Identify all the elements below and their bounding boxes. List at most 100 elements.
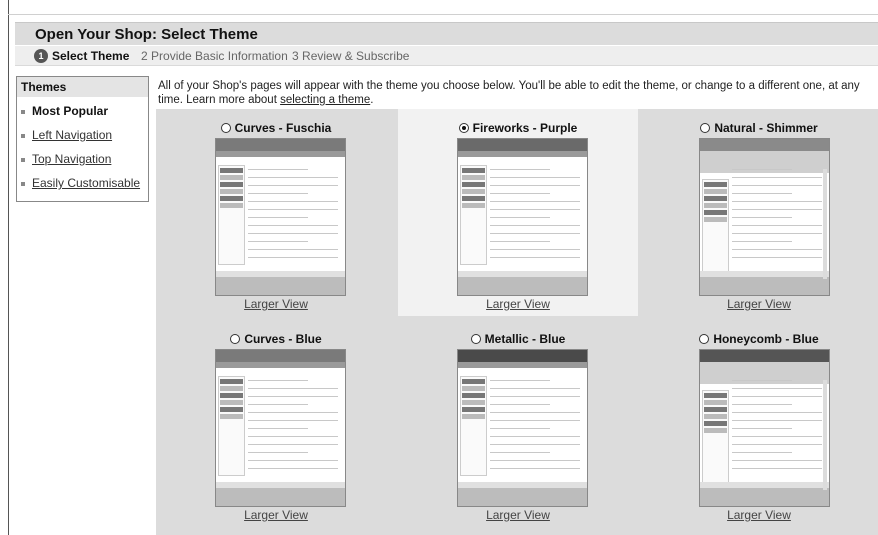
theme-preview-thumbnail[interactable] [699,349,830,507]
theme-option-metallic-blue[interactable]: Metallic - Blue Larger View [398,320,638,527]
thumb-footer [458,277,587,295]
title-bar: Open Your Shop: Select Theme [15,22,878,45]
themes-sidebar: Themes Most Popular Left Navigation Top … [16,76,149,202]
thumb-side-bar [220,379,243,384]
thumb-text-line [248,412,338,413]
thumb-sidebar [460,165,487,265]
thumb-text-line [732,201,822,202]
thumb-text-line [248,468,338,469]
thumb-side-bar [704,217,727,222]
larger-view-link[interactable]: Larger View [156,297,396,311]
thumb-nav [458,151,587,157]
thumb-side-bar [704,203,727,208]
thumb-header [216,139,345,151]
theme-option-curves-blue[interactable]: Curves - Blue Larger View [156,320,396,527]
thumb-footer [700,277,829,295]
theme-radio-button[interactable] [458,123,469,133]
theme-option-honeycomb-blue[interactable]: Honeycomb - Blue Larger View [640,320,878,527]
theme-preview-thumbnail[interactable] [699,138,830,296]
thumb-text-line [732,412,822,413]
sidebar-link-top-navigation[interactable]: Top Navigation [32,152,111,166]
thumb-text-line [732,420,822,421]
thumb-side-bar [704,393,727,398]
theme-title[interactable]: Natural - Shimmer [640,121,878,135]
theme-radio-button[interactable] [700,123,711,133]
step-3-label: 3 Review & Subscribe [292,49,410,63]
thumb-text-line [490,209,580,210]
thumb-text-line [732,428,792,429]
thumb-header [458,139,587,151]
thumb-text-line [490,420,580,421]
thumb-nav [216,362,345,368]
larger-view-link[interactable]: Larger View [640,508,878,522]
thumb-text-line [248,177,338,178]
thumb-text-line [732,404,792,405]
page-title: Open Your Shop: Select Theme [35,26,258,43]
thumb-side-bar [462,189,485,194]
thumb-text-line [732,460,822,461]
theme-name: Curves - Fuschia [234,121,332,135]
thumb-nav [458,362,587,368]
theme-preview-thumbnail[interactable] [215,138,346,296]
larger-view-link[interactable]: Larger View [156,508,396,522]
thumb-sidebar [702,390,729,490]
thumb-side-bar [704,400,727,405]
theme-title[interactable]: Honeycomb - Blue [640,332,878,346]
thumb-text-line [248,460,338,461]
thumb-text-line [490,396,580,397]
sidebar-link-easily-customisable[interactable]: Easily Customisable [32,176,140,190]
theme-title[interactable]: Curves - Blue [156,332,396,346]
larger-view-link[interactable]: Larger View [398,297,638,311]
theme-name: Honeycomb - Blue [713,332,819,346]
theme-preview-thumbnail[interactable] [457,349,588,507]
sidebar-heading: Themes [17,77,148,97]
thumb-text-line [732,225,822,226]
thumb-side-bar [220,400,243,405]
larger-view-link[interactable]: Larger View [398,508,638,522]
sidebar-item-most-popular[interactable]: Most Popular [21,104,108,118]
theme-option-fireworks-purple[interactable]: Fireworks - Purple Larger View [398,109,638,316]
thumb-text-line [490,460,580,461]
theme-title[interactable]: Metallic - Blue [398,332,638,346]
thumb-text-line [248,249,338,250]
theme-preview-thumbnail[interactable] [215,349,346,507]
thumb-text-line [490,249,580,250]
thumb-scroll-strip [823,169,827,279]
thumb-side-bar [220,393,243,398]
thumb-text-line [248,428,308,429]
theme-radio-button[interactable] [699,334,710,344]
theme-preview-thumbnail[interactable] [457,138,588,296]
thumb-side-bar [704,421,727,426]
thumb-text-line [248,404,308,405]
sidebar-item-top-navigation[interactable]: Top Navigation [21,152,111,166]
thumb-header [700,350,829,362]
theme-radio-button[interactable] [470,334,481,344]
thumb-side-bar [462,393,485,398]
theme-radio-button[interactable] [220,123,231,133]
page-top-rule [8,14,878,15]
thumb-side-bar [704,196,727,201]
thumb-side-bar [462,175,485,180]
step-2-label: 2 Provide Basic Information [141,49,288,63]
larger-view-link[interactable]: Larger View [640,297,878,311]
thumb-text-line [732,468,822,469]
thumb-side-bar [704,189,727,194]
theme-radio-button[interactable] [230,334,241,344]
thumb-text-line [490,257,580,258]
thumb-text-line [490,436,580,437]
wizard-steps: 1 Select Theme 2 Provide Basic Informati… [15,46,878,66]
bullet-icon [21,133,25,138]
theme-title[interactable]: Fireworks - Purple [398,121,638,135]
thumb-text-line [732,241,792,242]
theme-title[interactable]: Curves - Fuschia [156,121,396,135]
selecting-theme-link[interactable]: selecting a theme [280,94,370,106]
theme-option-curves-fuschia[interactable]: Curves - Fuschia Larger View [156,109,396,316]
sidebar-item-left-navigation[interactable]: Left Navigation [21,128,112,142]
theme-option-natural-shimmer[interactable]: Natural - Shimmer Larger View [640,109,878,316]
thumb-side-bar [462,386,485,391]
sidebar-item-easily-customisable[interactable]: Easily Customisable [21,176,140,190]
thumb-text-line [732,233,822,234]
thumb-nav [216,151,345,157]
thumb-side-bar [220,182,243,187]
sidebar-link-left-navigation[interactable]: Left Navigation [32,128,112,142]
